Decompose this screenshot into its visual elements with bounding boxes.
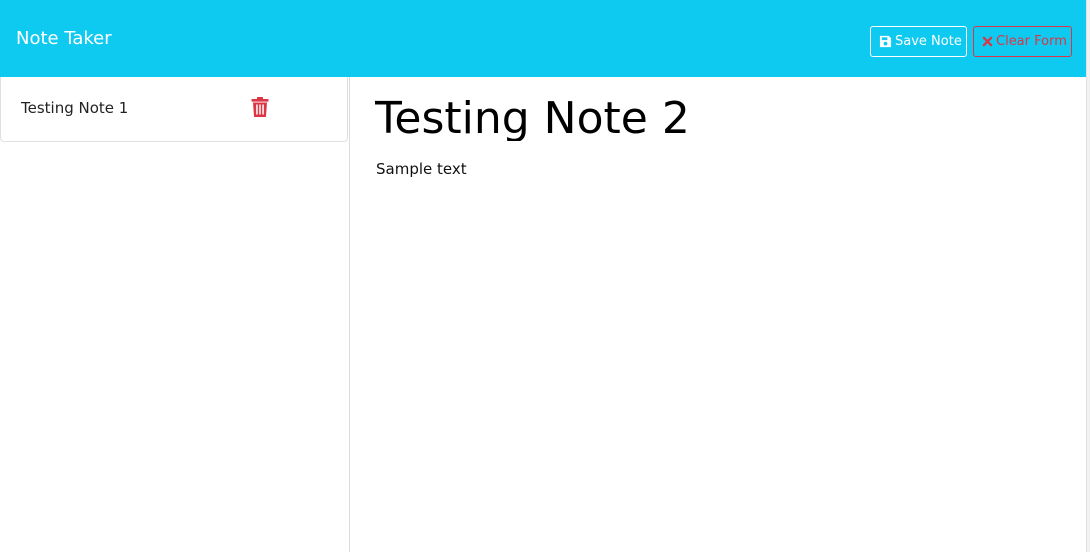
app-brand[interactable]: Note Taker: [16, 27, 112, 51]
close-icon: [982, 36, 993, 47]
note-list-item-title[interactable]: Testing Note 1: [21, 99, 128, 117]
save-icon: [879, 35, 892, 48]
note-editor: Testing Note 2 Sample text: [350, 77, 1086, 552]
note-list-item[interactable]: Testing Note 1: [0, 77, 348, 142]
page-scrollbar[interactable]: [1086, 0, 1090, 552]
notes-sidebar: Testing Note 1: [0, 77, 350, 552]
navbar: Note Taker Save Note Clear Form: [0, 0, 1090, 77]
clear-form-button[interactable]: Clear Form: [973, 26, 1072, 57]
trash-icon[interactable]: [251, 97, 269, 117]
save-note-button[interactable]: Save Note: [870, 26, 967, 57]
clear-form-label: Clear Form: [996, 34, 1067, 49]
note-title-input[interactable]: Testing Note 2: [375, 91, 1075, 141]
save-note-label: Save Note: [895, 34, 962, 49]
note-text-area[interactable]: Sample text: [376, 160, 467, 178]
